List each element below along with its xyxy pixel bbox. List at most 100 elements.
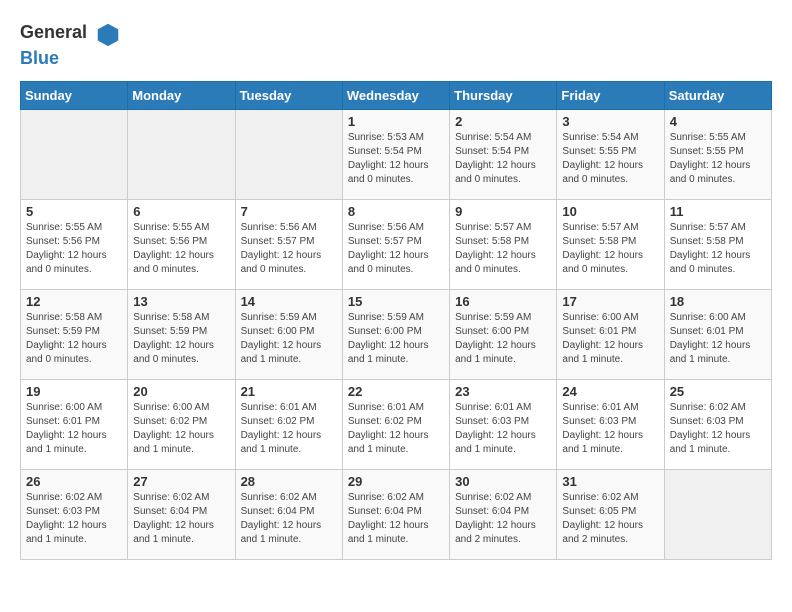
weekday-header-row: SundayMondayTuesdayWednesdayThursdayFrid… [21, 82, 772, 110]
day-number: 28 [241, 474, 337, 489]
day-number: 5 [26, 204, 122, 219]
cell-info: Sunrise: 6:01 AM Sunset: 6:02 PM Dayligh… [241, 401, 337, 457]
cell-info: Sunrise: 6:01 AM Sunset: 6:03 PM Dayligh… [562, 401, 658, 457]
calendar-cell: 7Sunrise: 5:56 AM Sunset: 5:57 PM Daylig… [235, 200, 342, 290]
day-number: 16 [455, 294, 551, 309]
calendar-cell: 31 Sunrise: 6:02 AM Sunset: 6:05 PM Dayli… [557, 470, 664, 560]
cell-info: Sunrise: 5:59 AM Sunset: 6:00 PM Dayligh… [241, 311, 337, 367]
cell-info: Sunrise: 5:55 AM Sunset: 5:55 PM Dayligh… [670, 131, 766, 187]
cell-info: Sunrise: 5:58 AM Sunset: 5:59 PM Dayligh… [26, 311, 122, 367]
calendar-cell: 16 Sunrise: 5:59 AM Sunset: 6:00 PM Dayli… [450, 290, 557, 380]
calendar-cell: 25 Sunrise: 6:02 AM Sunset: 6:03 PM Dayli… [664, 380, 771, 470]
weekday-header-monday: Monday [128, 82, 235, 110]
day-number: 22 [348, 384, 444, 399]
cell-info: Sunrise: 5:57 AM Sunset: 5:58 PM Dayligh… [562, 221, 658, 277]
cell-info: Sunrise: 5:58 AM Sunset: 5:59 PM Dayligh… [133, 311, 229, 367]
day-number: 9 [455, 204, 551, 219]
day-number: 19 [26, 384, 122, 399]
week-row-4: 19Sunrise: 6:00 AM Sunset: 6:01 PM Dayli… [21, 380, 772, 470]
day-number: 15 [348, 294, 444, 309]
cell-info: Sunrise: 5:54 AM Sunset: 5:54 PM Dayligh… [455, 131, 551, 187]
day-number: 26 [26, 474, 122, 489]
weekday-header-saturday: Saturday [664, 82, 771, 110]
weekday-header-wednesday: Wednesday [342, 82, 449, 110]
calendar-cell: 4 Sunrise: 5:55 AM Sunset: 5:55 PM Daylig… [664, 110, 771, 200]
calendar-cell: 18 Sunrise: 6:00 AM Sunset: 6:01 PM Dayli… [664, 290, 771, 380]
week-row-1: 1 Sunrise: 5:53 AM Sunset: 5:54 PM Daylig… [21, 110, 772, 200]
day-number: 12 [26, 294, 122, 309]
day-number: 8 [348, 204, 444, 219]
calendar-cell: 12 Sunrise: 5:58 AM Sunset: 5:59 PM Dayli… [21, 290, 128, 380]
day-number: 23 [455, 384, 551, 399]
day-number: 6 [133, 204, 229, 219]
week-row-3: 12 Sunrise: 5:58 AM Sunset: 5:59 PM Dayli… [21, 290, 772, 380]
calendar-cell: 29 Sunrise: 6:02 AM Sunset: 6:04 PM Dayli… [342, 470, 449, 560]
calendar-cell: 20 Sunrise: 6:00 AM Sunset: 6:02 PM Dayli… [128, 380, 235, 470]
day-number: 24 [562, 384, 658, 399]
day-number: 2 [455, 114, 551, 129]
calendar-cell: 28 Sunrise: 6:02 AM Sunset: 6:04 PM Dayli… [235, 470, 342, 560]
day-number: 4 [670, 114, 766, 129]
calendar-cell: 13 Sunrise: 5:58 AM Sunset: 5:59 PM Dayli… [128, 290, 235, 380]
day-number: 1 [348, 114, 444, 129]
calendar-cell: 15 Sunrise: 5:59 AM Sunset: 6:00 PM Dayli… [342, 290, 449, 380]
cell-info: Sunrise: 5:59 AM Sunset: 6:00 PM Dayligh… [348, 311, 444, 367]
cell-info: Sunrise: 5:56 AM Sunset: 5:57 PM Dayligh… [241, 221, 337, 277]
cell-info: Sunrise: 6:00 AM Sunset: 6:01 PM Dayligh… [670, 311, 766, 367]
calendar-cell: 10Sunrise: 5:57 AM Sunset: 5:58 PM Dayli… [557, 200, 664, 290]
cell-info: Sunrise: 5:53 AM Sunset: 5:54 PM Dayligh… [348, 131, 444, 187]
cell-info: Sunrise: 5:57 AM Sunset: 5:58 PM Dayligh… [670, 221, 766, 277]
day-number: 13 [133, 294, 229, 309]
calendar-cell: 2 Sunrise: 5:54 AM Sunset: 5:54 PM Daylig… [450, 110, 557, 200]
day-number: 18 [670, 294, 766, 309]
calendar-cell: 22 Sunrise: 6:01 AM Sunset: 6:02 PM Dayli… [342, 380, 449, 470]
cell-info: Sunrise: 5:56 AM Sunset: 5:57 PM Dayligh… [348, 221, 444, 277]
cell-info: Sunrise: 5:55 AM Sunset: 5:56 PM Dayligh… [133, 221, 229, 277]
calendar-cell [128, 110, 235, 200]
day-number: 29 [348, 474, 444, 489]
day-number: 11 [670, 204, 766, 219]
logo-blue: Blue [20, 48, 59, 68]
calendar-cell: 8 Sunrise: 5:56 AM Sunset: 5:57 PM Daylig… [342, 200, 449, 290]
week-row-2: 5 Sunrise: 5:55 AM Sunset: 5:56 PM Daylig… [21, 200, 772, 290]
day-number: 14 [241, 294, 337, 309]
calendar-cell: 5 Sunrise: 5:55 AM Sunset: 5:56 PM Daylig… [21, 200, 128, 290]
weekday-header-friday: Friday [557, 82, 664, 110]
day-number: 31 [562, 474, 658, 489]
day-number: 27 [133, 474, 229, 489]
cell-info: Sunrise: 6:02 AM Sunset: 6:03 PM Dayligh… [670, 401, 766, 457]
calendar-cell: 6 Sunrise: 5:55 AM Sunset: 5:56 PM Daylig… [128, 200, 235, 290]
cell-info: Sunrise: 6:02 AM Sunset: 6:04 PM Dayligh… [241, 491, 337, 547]
cell-info: Sunrise: 5:54 AM Sunset: 5:55 PM Dayligh… [562, 131, 658, 187]
calendar-cell: 9 Sunrise: 5:57 AM Sunset: 5:58 PM Daylig… [450, 200, 557, 290]
weekday-header-tuesday: Tuesday [235, 82, 342, 110]
cell-info: Sunrise: 6:02 AM Sunset: 6:04 PM Dayligh… [455, 491, 551, 547]
cell-info: Sunrise: 5:59 AM Sunset: 6:00 PM Dayligh… [455, 311, 551, 367]
calendar-cell: 14 Sunrise: 5:59 AM Sunset: 6:00 PM Dayli… [235, 290, 342, 380]
calendar-cell: 17 Sunrise: 6:00 AM Sunset: 6:01 PM Dayli… [557, 290, 664, 380]
day-number: 30 [455, 474, 551, 489]
logo-text: General Blue [20, 20, 122, 69]
cell-info: Sunrise: 6:01 AM Sunset: 6:02 PM Dayligh… [348, 401, 444, 457]
day-number: 21 [241, 384, 337, 399]
calendar-cell: 21 Sunrise: 6:01 AM Sunset: 6:02 PM Dayli… [235, 380, 342, 470]
cell-info: Sunrise: 5:57 AM Sunset: 5:58 PM Dayligh… [455, 221, 551, 277]
calendar-table: SundayMondayTuesdayWednesdayThursdayFrid… [20, 81, 772, 560]
calendar-cell: 27Sunrise: 6:02 AM Sunset: 6:04 PM Dayli… [128, 470, 235, 560]
day-number: 17 [562, 294, 658, 309]
day-number: 25 [670, 384, 766, 399]
logo-general: General [20, 25, 122, 42]
cell-info: Sunrise: 6:00 AM Sunset: 6:01 PM Dayligh… [562, 311, 658, 367]
day-number: 20 [133, 384, 229, 399]
calendar-cell: 1 Sunrise: 5:53 AM Sunset: 5:54 PM Daylig… [342, 110, 449, 200]
cell-info: Sunrise: 6:01 AM Sunset: 6:03 PM Dayligh… [455, 401, 551, 457]
cell-info: Sunrise: 5:55 AM Sunset: 5:56 PM Dayligh… [26, 221, 122, 277]
cell-info: Sunrise: 6:00 AM Sunset: 6:02 PM Dayligh… [133, 401, 229, 457]
cell-info: Sunrise: 6:02 AM Sunset: 6:04 PM Dayligh… [348, 491, 444, 547]
calendar-cell [235, 110, 342, 200]
cell-info: Sunrise: 6:02 AM Sunset: 6:05 PM Dayligh… [562, 491, 658, 547]
cell-info: Sunrise: 6:02 AM Sunset: 6:03 PM Dayligh… [26, 491, 122, 547]
calendar-cell: 23 Sunrise: 6:01 AM Sunset: 6:03 PM Dayli… [450, 380, 557, 470]
weekday-header-sunday: Sunday [21, 82, 128, 110]
page-header: General Blue [20, 20, 772, 69]
